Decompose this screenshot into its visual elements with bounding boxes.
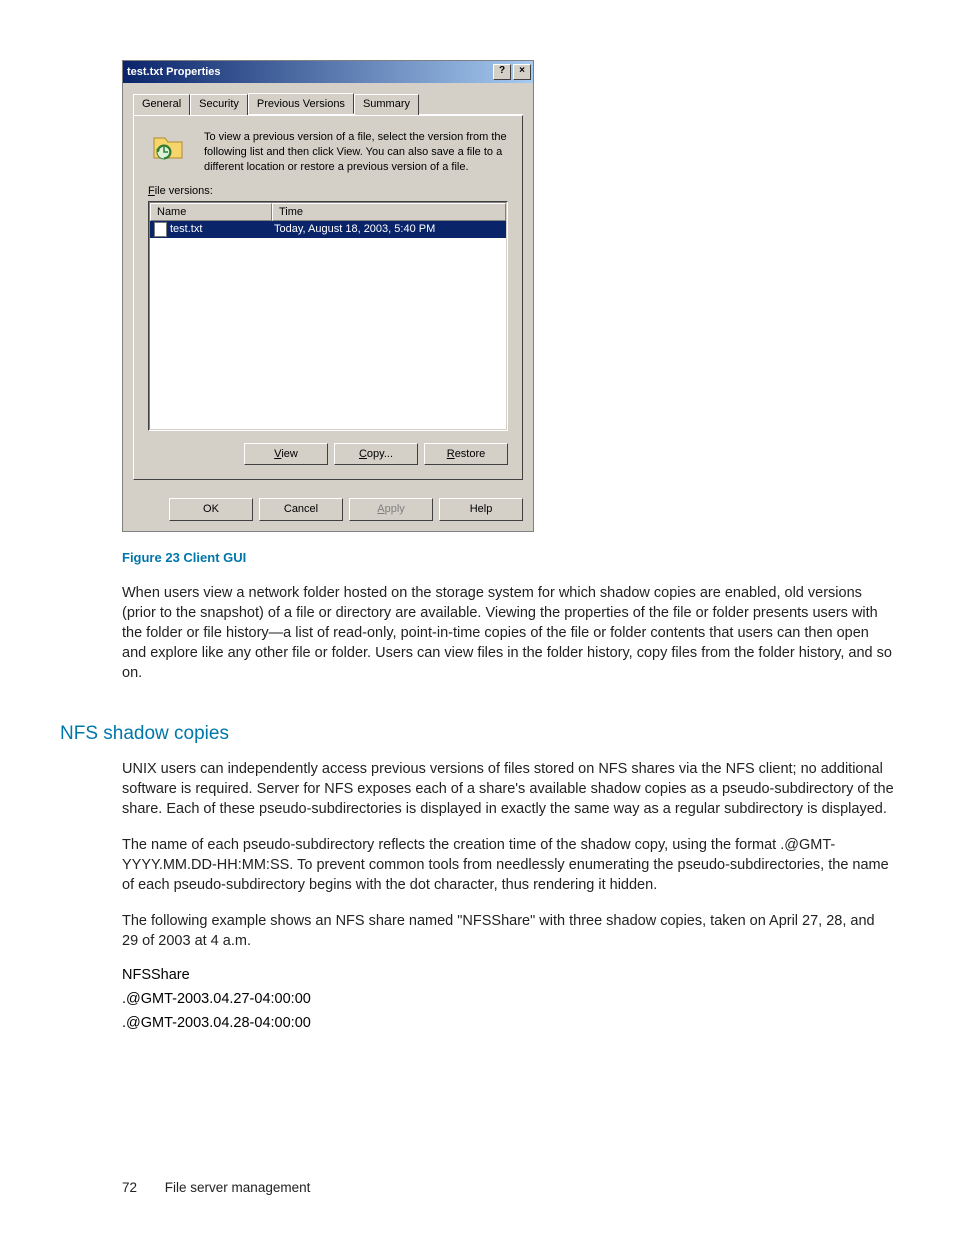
- body-paragraph: The following example shows an NFS share…: [122, 911, 894, 951]
- help-button[interactable]: ?: [493, 64, 511, 80]
- properties-dialog: test.txt Properties ? × General Security…: [122, 60, 534, 532]
- folder-history-icon: [152, 130, 184, 162]
- section-heading: NFS shadow copies: [60, 723, 894, 745]
- restore-button[interactable]: Restore: [424, 443, 508, 465]
- page-footer: 72 File server management: [122, 1180, 310, 1195]
- tab-security[interactable]: Security: [190, 94, 248, 115]
- close-button[interactable]: ×: [513, 64, 531, 80]
- tab-previous-versions[interactable]: Previous Versions: [248, 93, 354, 114]
- example-line: NFSShare: [122, 967, 894, 983]
- window-title: test.txt Properties: [127, 66, 491, 78]
- list-header: Name Time: [150, 203, 506, 221]
- ok-button[interactable]: OK: [169, 498, 253, 521]
- apply-button: Apply: [349, 498, 433, 521]
- list-item-time: Today, August 18, 2003, 5:40 PM: [270, 221, 506, 238]
- body-paragraph: UNIX users can independently access prev…: [122, 759, 894, 819]
- footer-section: File server management: [165, 1180, 311, 1195]
- example-line: .@GMT-2003.04.28-04:00:00: [122, 1015, 894, 1031]
- intro-text: To view a previous version of a file, se…: [204, 130, 508, 175]
- body-paragraph: When users view a network folder hosted …: [122, 583, 894, 683]
- tab-general[interactable]: General: [133, 94, 190, 115]
- view-button[interactable]: View: [244, 443, 328, 465]
- titlebar: test.txt Properties ? ×: [123, 61, 533, 83]
- column-time[interactable]: Time: [272, 203, 506, 221]
- help-button-footer[interactable]: Help: [439, 498, 523, 521]
- file-icon: [154, 222, 167, 237]
- file-versions-label: File versions:: [148, 185, 508, 197]
- page-number: 72: [122, 1180, 137, 1195]
- tab-summary[interactable]: Summary: [354, 94, 419, 115]
- list-item-name: test.txt: [170, 223, 202, 235]
- file-versions-list[interactable]: Name Time test.txt Today, August 18, 200…: [148, 201, 508, 431]
- list-item[interactable]: test.txt Today, August 18, 2003, 5:40 PM: [150, 221, 506, 238]
- tab-content: To view a previous version of a file, se…: [133, 115, 523, 480]
- example-line: .@GMT-2003.04.27-04:00:00: [122, 991, 894, 1007]
- column-name[interactable]: Name: [150, 203, 272, 221]
- body-paragraph: The name of each pseudo-subdirectory ref…: [122, 835, 894, 895]
- tab-strip: General Security Previous Versions Summa…: [133, 93, 523, 115]
- figure-caption: Figure 23 Client GUI: [122, 550, 894, 565]
- cancel-button[interactable]: Cancel: [259, 498, 343, 521]
- copy-button[interactable]: Copy...: [334, 443, 418, 465]
